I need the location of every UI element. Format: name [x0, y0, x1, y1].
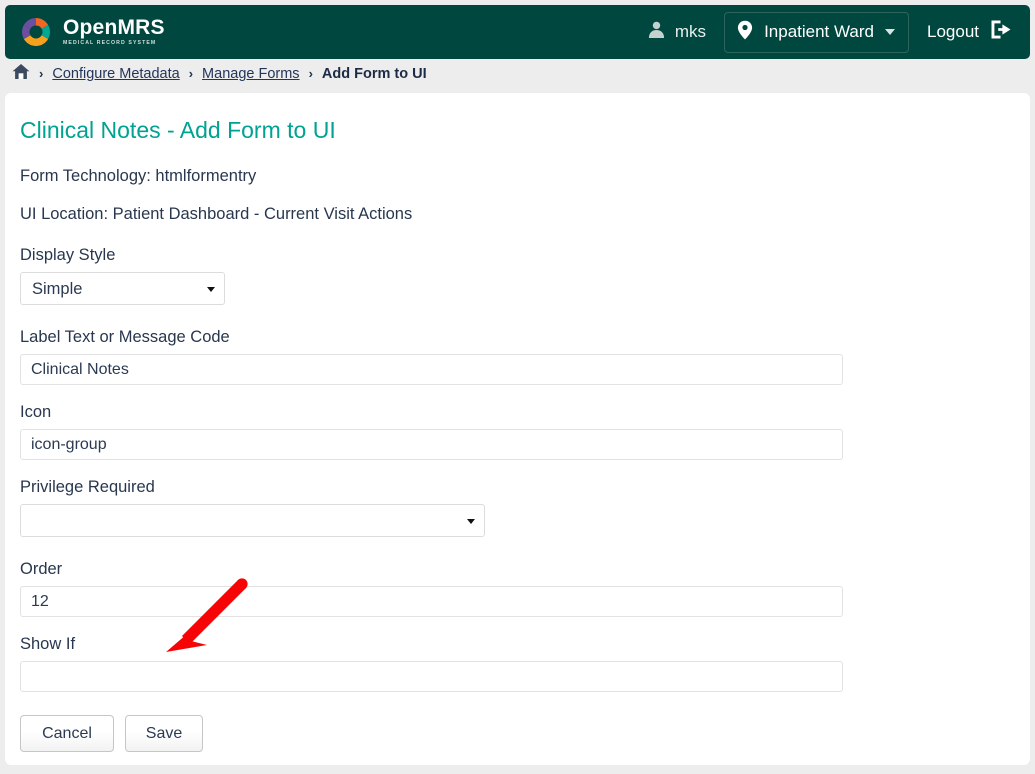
field-display-style: Display Style Simple — [20, 246, 1014, 310]
label-text-input[interactable] — [20, 354, 843, 385]
openmrs-logo-icon — [19, 15, 53, 49]
logout-button[interactable]: Logout — [927, 19, 1012, 45]
order-input[interactable] — [20, 586, 843, 617]
show-if-input[interactable] — [20, 661, 843, 692]
chevron-down-icon — [207, 287, 215, 292]
app-header: OpenMRS MEDICAL RECORD SYSTEM mks Inpati… — [5, 5, 1030, 59]
field-order: Order — [20, 560, 1014, 617]
content-card: Clinical Notes - Add Form to UI Form Tec… — [5, 93, 1030, 765]
display-style-label: Display Style — [20, 246, 116, 264]
field-label-text: Label Text or Message Code — [20, 328, 1014, 385]
home-icon[interactable] — [12, 63, 30, 85]
breadcrumb-item-manage-forms[interactable]: Manage Forms — [202, 66, 300, 82]
ui-location-text: UI Location: Patient Dashboard - Current… — [20, 205, 413, 223]
icon-label: Icon — [20, 403, 52, 421]
page-title: Clinical Notes - Add Form to UI — [20, 117, 336, 143]
order-label: Order — [20, 560, 63, 578]
current-user[interactable]: mks — [647, 20, 706, 44]
chevron-down-icon — [885, 29, 895, 35]
label-text-label: Label Text or Message Code — [20, 328, 230, 346]
logout-label: Logout — [927, 22, 979, 41]
breadcrumb: › Configure Metadata › Manage Forms › Ad… — [0, 59, 1035, 88]
privilege-required-select[interactable] — [20, 504, 485, 537]
map-pin-icon — [737, 20, 753, 45]
display-style-value: Simple — [32, 280, 83, 298]
sign-out-icon — [990, 19, 1012, 45]
field-privilege-required: Privilege Required — [20, 478, 1014, 542]
user-icon — [647, 20, 666, 44]
privilege-required-label: Privilege Required — [20, 478, 155, 496]
breadcrumb-item-current: Add Form to UI — [321, 65, 427, 82]
brand-tagline: MEDICAL RECORD SYSTEM — [63, 40, 157, 47]
breadcrumb-separator-1: › — [39, 66, 44, 81]
breadcrumb-separator-3: › — [308, 66, 313, 81]
location-label: Inpatient Ward — [764, 22, 874, 41]
brand-logo-group[interactable]: OpenMRS MEDICAL RECORD SYSTEM — [19, 15, 165, 49]
breadcrumb-item-configure-metadata[interactable]: Configure Metadata — [52, 66, 179, 82]
field-icon: Icon — [20, 403, 1014, 460]
chevron-down-icon — [467, 519, 475, 524]
cancel-button[interactable]: Cancel — [20, 715, 114, 752]
breadcrumb-separator-2: › — [188, 66, 194, 81]
save-button[interactable]: Save — [125, 715, 203, 752]
brand-name: OpenMRS — [63, 16, 165, 40]
username-label: mks — [674, 22, 707, 41]
display-style-select[interactable]: Simple — [20, 272, 225, 305]
icon-input[interactable] — [20, 429, 843, 460]
field-show-if: Show If — [20, 635, 1014, 692]
show-if-label: Show If — [20, 635, 76, 653]
location-selector[interactable]: Inpatient Ward — [724, 11, 909, 53]
form-technology-text: Form Technology: htmlformentry — [20, 167, 257, 185]
form-actions: Cancel Save — [20, 715, 1014, 752]
